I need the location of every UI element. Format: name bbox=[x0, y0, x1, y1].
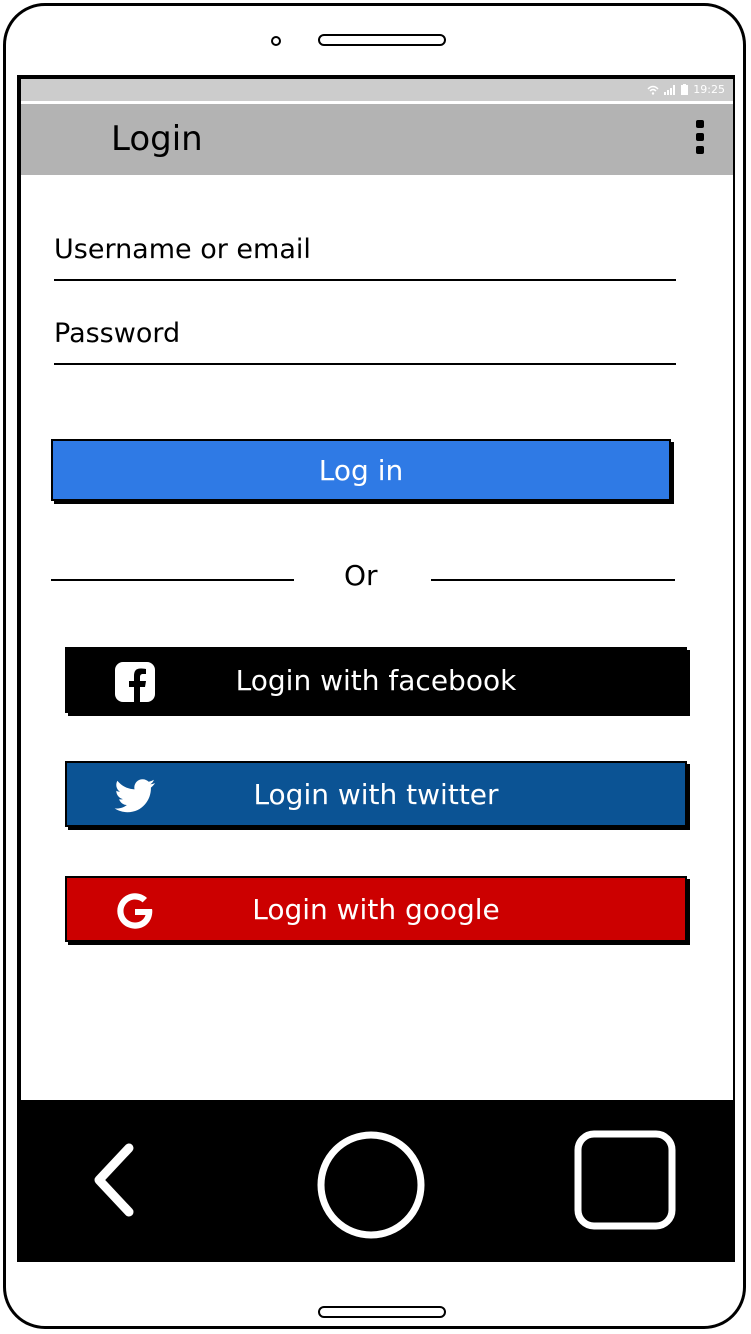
back-icon[interactable] bbox=[89, 1140, 149, 1220]
facebook-login-button[interactable]: Login with facebook bbox=[65, 647, 687, 713]
speaker-top bbox=[318, 34, 446, 46]
status-icons: 19:25 bbox=[647, 83, 725, 96]
app-bar: Login bbox=[21, 104, 733, 175]
or-divider: Or bbox=[51, 557, 675, 597]
username-input[interactable] bbox=[54, 219, 676, 279]
navigation-bar bbox=[21, 1100, 733, 1258]
page-title: Login bbox=[111, 119, 203, 159]
password-field-container bbox=[54, 303, 676, 365]
or-text: Or bbox=[344, 559, 378, 592]
wifi-icon bbox=[647, 85, 659, 95]
password-input[interactable] bbox=[54, 303, 676, 363]
login-button[interactable]: Log in bbox=[51, 439, 671, 501]
home-icon[interactable] bbox=[316, 1130, 426, 1240]
more-vert-icon[interactable] bbox=[693, 120, 707, 160]
screen: 19:25 Login Log in Or Login with faceboo… bbox=[17, 75, 735, 1262]
status-bar: 19:25 bbox=[21, 79, 733, 101]
status-time: 19:25 bbox=[693, 83, 725, 96]
battery-icon bbox=[681, 84, 689, 95]
signal-icon bbox=[664, 84, 676, 95]
divider-line-right bbox=[431, 579, 675, 581]
facebook-login-label: Login with facebook bbox=[235, 663, 517, 697]
google-login-button[interactable]: Login with google bbox=[65, 876, 687, 942]
recent-apps-icon[interactable] bbox=[574, 1130, 676, 1232]
google-login-label: Login with google bbox=[252, 892, 500, 926]
username-field-container bbox=[54, 219, 676, 281]
camera-icon bbox=[271, 36, 281, 46]
speaker-bottom bbox=[318, 1306, 446, 1318]
twitter-login-label: Login with twitter bbox=[253, 777, 499, 811]
twitter-login-button[interactable]: Login with twitter bbox=[65, 761, 687, 827]
divider-line-left bbox=[51, 579, 294, 581]
